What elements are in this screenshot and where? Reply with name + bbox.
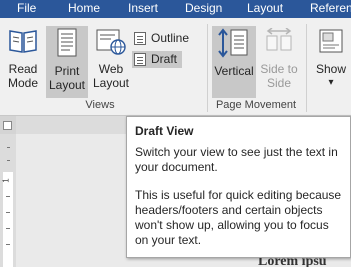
tooltip-paragraph: Switch your view to see just the text in…	[135, 145, 338, 174]
group-separator	[306, 24, 307, 112]
side-to-side-icon	[264, 27, 294, 56]
vertical-icon	[218, 28, 250, 58]
web-layout-icon	[95, 28, 127, 56]
vertical-button[interactable]: Vertical	[212, 26, 256, 98]
ruler-tick	[6, 196, 10, 197]
show-icon	[318, 28, 344, 54]
chevron-down-icon: ▾	[328, 77, 334, 88]
read-mode-button[interactable]: Read Mode	[2, 28, 44, 96]
show-button[interactable]: Show ▾	[311, 26, 351, 96]
web-layout-label: Web Layout	[92, 62, 130, 90]
ruler-tick	[7, 147, 10, 148]
outline-button[interactable]: Outline	[132, 30, 194, 47]
ruler-tick	[6, 212, 10, 213]
outline-label: Outline	[151, 31, 190, 45]
draft-label: Draft	[151, 52, 178, 66]
print-layout-label: Print Layout	[48, 64, 86, 92]
draft-button[interactable]: Draft	[132, 51, 182, 68]
tab-selector-icon[interactable]	[3, 121, 12, 130]
read-mode-label: Read Mode	[7, 62, 39, 90]
tab-design[interactable]: Design	[185, 1, 222, 15]
outline-icon	[134, 32, 146, 45]
ribbon: Read Mode Print Layout Web Layout Outlin…	[0, 18, 351, 116]
print-layout-button[interactable]: Print Layout	[46, 26, 88, 98]
tooltip-title: Draft View	[135, 124, 194, 138]
vertical-label: Vertical	[214, 64, 254, 78]
ribbon-tab-bar: File Home Insert Design Layout Referen	[0, 0, 351, 18]
ruler-tick	[6, 228, 10, 229]
draft-icon	[134, 53, 146, 66]
tab-insert[interactable]: Insert	[128, 1, 158, 15]
page-movement-group-label: Page Movement	[215, 99, 297, 111]
draft-view-tooltip: Draft View Switch your view to see just …	[126, 116, 351, 258]
tooltip-paragraph: This is useful for quick editing because…	[135, 188, 342, 247]
show-label: Show	[315, 62, 347, 76]
tab-home[interactable]: Home	[68, 1, 100, 15]
tab-references[interactable]: Referen	[310, 1, 351, 15]
read-mode-icon	[8, 28, 38, 54]
ruler-tick	[6, 244, 10, 245]
ruler-tick	[7, 160, 10, 161]
print-layout-icon	[55, 28, 79, 58]
tab-file[interactable]: File	[17, 1, 36, 15]
vertical-ruler-margin	[3, 172, 13, 267]
tab-layout[interactable]: Layout	[247, 1, 283, 15]
web-layout-button[interactable]: Web Layout	[90, 28, 132, 96]
side-to-side-button[interactable]: Side to Side	[258, 27, 300, 96]
views-group-label: Views	[85, 99, 115, 111]
ruler-number: 1	[1, 178, 11, 183]
side-to-side-label: Side to Side	[260, 62, 298, 90]
